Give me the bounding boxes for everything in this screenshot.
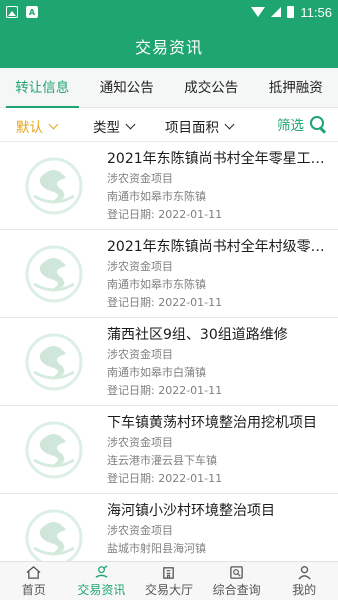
filter-default[interactable]: 默认 — [16, 116, 59, 136]
list-item[interactable]: 海河镇小沙村环境整治项目涉农资金项目盐城市射阳县海河镇登记日期: 2022-01… — [0, 494, 338, 561]
text-a-icon: A — [26, 6, 38, 18]
building-icon — [163, 567, 175, 579]
project-location: 南通市如皋市白蒲镇 — [107, 366, 206, 379]
nav-query[interactable]: 综合查询 — [203, 562, 271, 600]
project-thumbnail-logo — [20, 244, 88, 304]
nav-mine[interactable]: 我的 — [270, 562, 338, 600]
project-date: 登记日期: 2022-01-11 — [107, 296, 223, 309]
project-thumbnail-logo — [20, 508, 88, 561]
nav-home-label: 首页 — [21, 583, 46, 597]
nav-home[interactable]: 首页 — [0, 562, 68, 600]
screen-label: 筛选 — [277, 118, 304, 134]
project-thumbnail-logo — [20, 332, 88, 392]
tab-transfer-info[interactable]: 转让信息 — [0, 68, 85, 108]
battery-icon — [287, 6, 295, 18]
project-date: 登记日期: 2022-01-11 — [107, 208, 223, 221]
project-category: 涉农资金项目 — [107, 348, 173, 361]
project-category: 涉农资金项目 — [107, 260, 173, 273]
filter-type[interactable]: 类型 — [93, 116, 136, 136]
project-category: 涉农资金项目 — [107, 524, 173, 537]
project-title: 2021年东陈镇尚书村全年村级零… — [107, 239, 325, 255]
clock: 11:56 — [300, 4, 332, 20]
project-date: 登记日期: 2022-01-11 — [107, 472, 223, 485]
tab-bar: 转让信息 通知公告 成交公告 抵押融资 — [0, 68, 338, 108]
tab-deal-announcements[interactable]: 成交公告 — [169, 68, 254, 108]
nav-news[interactable]: 交易资讯 — [68, 562, 136, 600]
filter-area[interactable]: 项目面积 — [165, 116, 235, 136]
project-category: 涉农资金项目 — [107, 436, 173, 449]
project-thumbnail-logo — [20, 420, 88, 480]
nav-news-label: 交易资讯 — [77, 583, 126, 597]
nav-hall[interactable]: 交易大厅 — [135, 562, 203, 600]
project-location: 南通市如皋市东陈镇 — [107, 278, 206, 291]
project-title: 蒲西社区9组、30组道路维修 — [107, 327, 288, 343]
chevron-down-icon — [48, 119, 59, 129]
project-location: 南通市如皋市东陈镇 — [107, 190, 206, 203]
chevron-down-icon — [125, 119, 136, 129]
bottom-nav: 首页 交易资讯 交易大厅 综合查询 我的 — [0, 561, 338, 600]
signal-icon — [271, 7, 282, 17]
home-icon — [26, 566, 41, 579]
tab-notices[interactable]: 通知公告 — [85, 68, 170, 108]
wifi-icon — [251, 7, 266, 17]
project-category: 涉农资金项目 — [107, 172, 173, 185]
status-bar: A 11:56 — [0, 0, 338, 24]
filter-default-label: 默认 — [16, 120, 43, 136]
list-item[interactable]: 下车镇黄荡村环境整治用挖机项目 涉农资金项目连云港市灌云县下车镇 登记日期: 202… — [0, 406, 338, 494]
list-item[interactable]: 2021年东陈镇尚书村全年零星工… 涉农资金项目南通市如皋市东陈镇登记日期: 20… — [0, 142, 338, 230]
app-bar: 交易资讯 — [0, 24, 338, 68]
project-date: 登记日期: 2022-01-11 — [107, 384, 223, 397]
project-title: 下车镇黄荡村环境整治用挖机项目 — [107, 415, 317, 431]
search-icon — [310, 116, 326, 132]
project-location: 连云港市灌云县下车镇 — [107, 454, 217, 467]
nav-query-label: 综合查询 — [212, 583, 261, 597]
page-title: 交易资讯 — [134, 38, 203, 57]
filter-area-label: 项目面积 — [165, 120, 219, 136]
chevron-down-icon — [224, 119, 235, 129]
filter-bar: 默认 类型 项目面积 筛选 — [0, 108, 338, 142]
filter-type-label: 类型 — [93, 120, 120, 136]
project-title: 海河镇小沙村环境整治项目 — [107, 503, 275, 519]
nav-hall-label: 交易大厅 — [144, 583, 193, 597]
user-icon — [298, 566, 311, 580]
query-icon — [230, 566, 243, 579]
news-icon — [95, 565, 108, 578]
tab-mortgage-financing[interactable]: 抵押融资 — [254, 68, 338, 108]
list-item[interactable]: 2021年东陈镇尚书村全年村级零… 涉农资金项目南通市如皋市东陈镇登记日期: 20… — [0, 230, 338, 318]
project-location: 盐城市射阳县海河镇 — [107, 542, 206, 555]
project-thumbnail-logo — [20, 156, 88, 216]
screen-button[interactable]: 筛选 — [277, 114, 326, 134]
project-list: 2021年东陈镇尚书村全年零星工… 涉农资金项目 南通市如皋市东陈镇 登记日期: 20… — [0, 142, 338, 561]
list-item[interactable]: 蒲西社区9组、30组道路维修 涉农资金项目南通市如皋市白蒲镇登记日期: 2022-… — [0, 318, 338, 406]
project-title: 2021年东陈镇尚书村全年零星工… — [107, 151, 325, 167]
nav-mine-label: 我的 — [292, 583, 317, 597]
image-icon — [6, 6, 18, 18]
